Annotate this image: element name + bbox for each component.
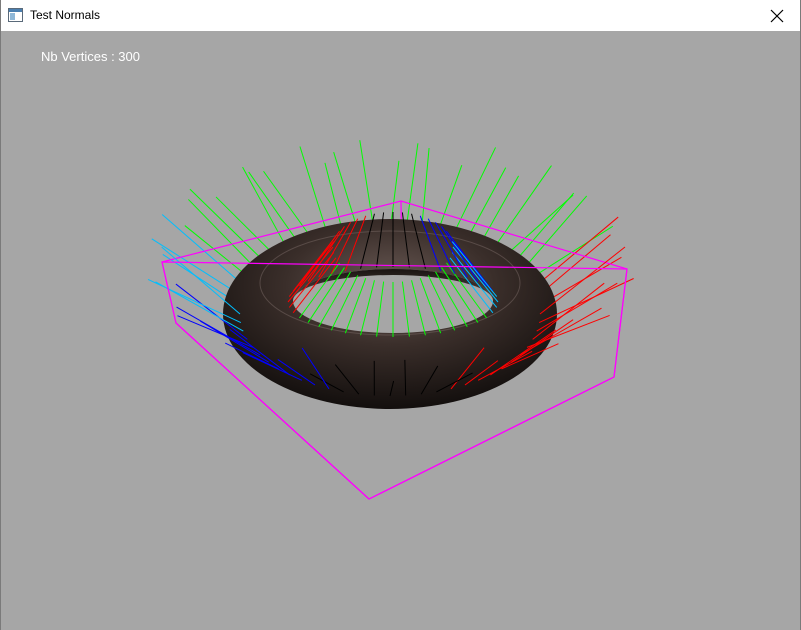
app-window: Test Normals Nb Vertices : 300 <box>0 0 801 630</box>
close-button[interactable] <box>754 0 800 31</box>
title-bar[interactable]: Test Normals <box>1 0 800 31</box>
window-title: Test Normals <box>30 8 101 22</box>
normal-vector-line <box>519 195 588 274</box>
normal-vector-line <box>405 143 419 233</box>
torus-normals-scene <box>147 140 634 500</box>
window-app-icon <box>8 8 23 22</box>
normal-vector-line <box>248 171 303 248</box>
normal-vector-line <box>189 188 269 267</box>
render-viewport[interactable]: Nb Vertices : 300 <box>1 31 800 630</box>
normal-vector-line <box>450 147 497 240</box>
normal-vector-line <box>359 140 375 233</box>
torus-mesh <box>223 219 557 409</box>
close-icon <box>770 9 784 22</box>
